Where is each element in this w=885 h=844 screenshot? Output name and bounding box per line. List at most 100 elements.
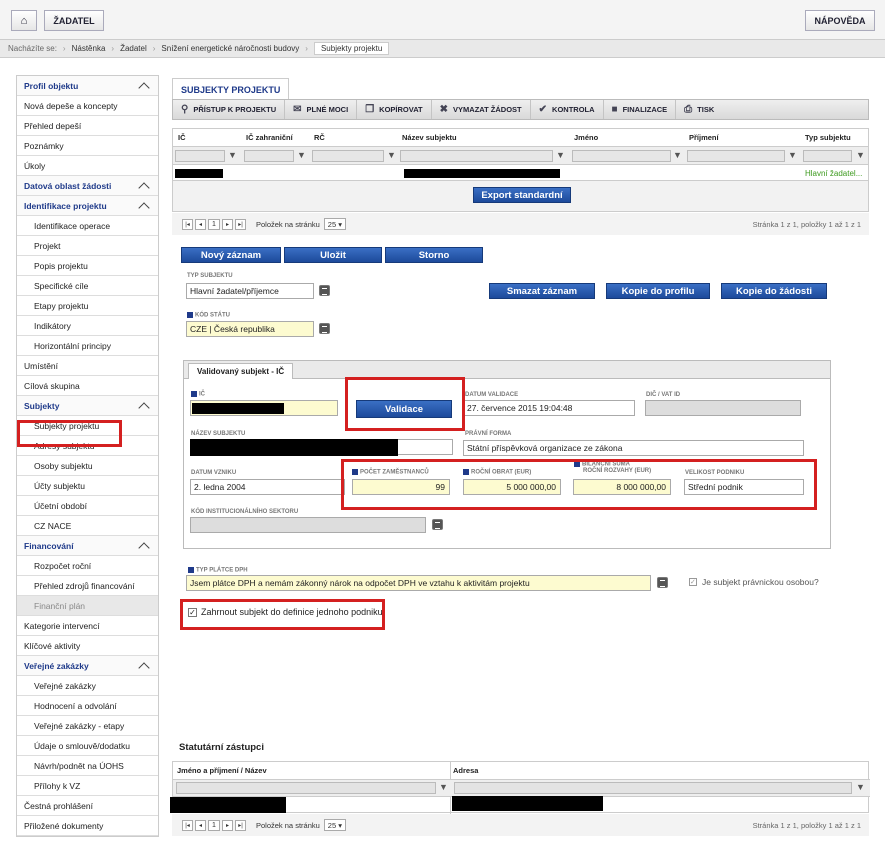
filter-ic[interactable] bbox=[175, 150, 225, 162]
per-page-select[interactable]: 25 ▾ bbox=[323, 819, 346, 831]
legal-entity-checkbox[interactable]: ✓ Je subjekt právnickou osobou? bbox=[689, 577, 819, 587]
finalize-button[interactable]: ■ FINALIZACE bbox=[604, 100, 677, 119]
filter-icon[interactable]: ▼ bbox=[856, 782, 865, 792]
sidebar-item[interactable]: Osoby subjektu bbox=[17, 456, 158, 476]
sidebar-item[interactable]: Klíčové aktivity bbox=[17, 636, 158, 656]
dic-field[interactable] bbox=[645, 400, 801, 416]
sidebar-item[interactable]: Veřejné zakázky - etapy bbox=[17, 716, 158, 736]
sidebar-item[interactable]: Přiložené dokumenty bbox=[17, 816, 158, 836]
country-code-field[interactable]: CZE | Česká republika bbox=[186, 321, 314, 337]
list-icon[interactable] bbox=[432, 519, 443, 530]
sidebar-item[interactable]: Úkoly bbox=[17, 156, 158, 176]
filter-icon[interactable]: ▼ bbox=[556, 150, 565, 160]
col-name[interactable]: Název subjektu bbox=[402, 133, 457, 142]
check-button[interactable]: ✔ KONTROLA bbox=[531, 100, 604, 119]
next-page-icon[interactable]: ▸ bbox=[222, 819, 233, 831]
copy-to-profile-button[interactable]: Kopie do profilu bbox=[606, 283, 710, 299]
sidebar-item[interactable]: Identifikace projektu bbox=[17, 196, 158, 216]
sidebar-item[interactable]: Specifické cíle bbox=[17, 276, 158, 296]
access-button[interactable]: ⚲ PŘÍSTUP K PROJEKTU bbox=[173, 100, 286, 119]
tab-subjekty-projektu[interactable]: SUBJEKTY PROJEKTU bbox=[172, 78, 290, 100]
chevron-up-icon[interactable] bbox=[138, 542, 150, 554]
sidebar-item[interactable]: Kategorie intervencí bbox=[17, 616, 158, 636]
sidebar-item[interactable]: Přehled zdrojů financování bbox=[17, 576, 158, 596]
sidebar-item[interactable]: Poznámky bbox=[17, 136, 158, 156]
sidebar-item[interactable]: Nová depeše a koncepty bbox=[17, 96, 158, 116]
last-page-icon[interactable]: ▸| bbox=[235, 819, 246, 831]
filter-icon[interactable]: ▼ bbox=[788, 150, 797, 160]
sidebar-item[interactable]: Datová oblast žádosti bbox=[17, 176, 158, 196]
last-page-icon[interactable]: ▸| bbox=[235, 218, 246, 230]
sidebar-item[interactable]: Popis projektu bbox=[17, 256, 158, 276]
prev-page-icon[interactable]: ◂ bbox=[195, 218, 206, 230]
filter-type[interactable] bbox=[803, 150, 852, 162]
first-page-icon[interactable]: |◂ bbox=[182, 819, 193, 831]
col-ic-foreign[interactable]: IČ zahraniční bbox=[246, 133, 293, 142]
print-button[interactable]: ⎙ TISK bbox=[676, 100, 722, 119]
sidebar-item[interactable]: Účty subjektu bbox=[17, 476, 158, 496]
sidebar-item[interactable]: Přehled depeší bbox=[17, 116, 158, 136]
prev-page-icon[interactable]: ◂ bbox=[195, 819, 206, 831]
sidebar-item[interactable]: Finanční plán bbox=[17, 596, 158, 616]
filter-icon[interactable]: ▼ bbox=[387, 150, 396, 160]
save-button[interactable]: Uložit bbox=[284, 247, 382, 263]
filter-surname[interactable] bbox=[687, 150, 785, 162]
delete-request-button[interactable]: ✖ VYMAZAT ŽÁDOST bbox=[432, 100, 531, 119]
new-record-button[interactable]: Nový záznam bbox=[181, 247, 281, 263]
sidebar-item[interactable]: Rozpočet roční bbox=[17, 556, 158, 576]
vat-payer-field[interactable]: Jsem plátce DPH a nemám zákonný nárok na… bbox=[186, 575, 651, 591]
page-number[interactable]: 1 bbox=[208, 218, 220, 230]
chevron-up-icon[interactable] bbox=[138, 402, 150, 414]
breadcrumb-item-nastenka[interactable]: Nástěnka bbox=[72, 44, 106, 53]
sidebar-item[interactable]: Identifikace operace bbox=[17, 216, 158, 236]
col-surname[interactable]: Příjmení bbox=[689, 133, 719, 142]
home-button[interactable]: ⌂ bbox=[11, 10, 37, 31]
filter-statutory-address[interactable] bbox=[454, 782, 852, 794]
filter-icon[interactable]: ▼ bbox=[856, 150, 865, 160]
sidebar-item[interactable]: CZ NACE bbox=[17, 516, 158, 536]
list-icon[interactable] bbox=[319, 323, 330, 334]
filter-icon[interactable]: ▼ bbox=[297, 150, 306, 160]
export-button[interactable]: Export standardní bbox=[473, 187, 571, 203]
list-icon[interactable] bbox=[657, 577, 668, 588]
sidebar-item[interactable]: Čestná prohlášení bbox=[17, 796, 158, 816]
filter-first-name[interactable] bbox=[572, 150, 671, 162]
per-page-select[interactable]: 25 ▾ bbox=[323, 218, 346, 230]
subject-type-field[interactable]: Hlavní žadatel/příjemce bbox=[186, 283, 314, 299]
sidebar-item[interactable]: Etapy projektu bbox=[17, 296, 158, 316]
sidebar-item[interactable]: Umístění bbox=[17, 356, 158, 376]
sidebar-item[interactable]: Indikátory bbox=[17, 316, 158, 336]
sidebar-item[interactable]: Návrh/podnět na ÚOHS bbox=[17, 756, 158, 776]
table-row[interactable]: Hlavní žadatel... bbox=[173, 165, 868, 181]
sidebar-item[interactable]: Údaje o smlouvě/dodatku bbox=[17, 736, 158, 756]
sidebar-item[interactable]: Přílohy k VZ bbox=[17, 776, 158, 796]
copy-button[interactable]: ❐ KOPÍROVAT bbox=[357, 100, 432, 119]
breadcrumb-item-project[interactable]: Snížení energetické náročnosti budovy bbox=[161, 44, 299, 53]
col-statutory-name[interactable]: Jméno a příjmení / Název bbox=[177, 766, 267, 775]
sidebar-item[interactable]: Veřejné zakázky bbox=[17, 676, 158, 696]
delete-record-button[interactable]: Smazat záznam bbox=[489, 283, 595, 299]
col-first-name[interactable]: Jméno bbox=[574, 133, 598, 142]
page-number[interactable]: 1 bbox=[208, 819, 220, 831]
breadcrumb-item-zadatel[interactable]: Žadatel bbox=[120, 44, 147, 53]
sidebar-item[interactable]: Veřejné zakázky bbox=[17, 656, 158, 676]
col-type[interactable]: Typ subjektu bbox=[805, 133, 851, 142]
next-page-icon[interactable]: ▸ bbox=[222, 218, 233, 230]
filter-icon[interactable]: ▼ bbox=[228, 150, 237, 160]
power-of-attorney-button[interactable]: ✉ PLNÉ MOCI bbox=[285, 100, 358, 119]
sidebar-item[interactable]: Financování bbox=[17, 536, 158, 556]
filter-statutory-name[interactable] bbox=[176, 782, 436, 794]
sidebar-item[interactable]: Projekt bbox=[17, 236, 158, 256]
list-icon[interactable] bbox=[319, 285, 330, 296]
col-ic[interactable]: IČ bbox=[178, 133, 186, 142]
filter-ic-foreign[interactable] bbox=[244, 150, 294, 162]
sidebar-item[interactable]: Subjekty bbox=[17, 396, 158, 416]
filter-icon[interactable]: ▼ bbox=[439, 782, 448, 792]
first-page-icon[interactable]: |◂ bbox=[182, 218, 193, 230]
sidebar-item[interactable]: Hodnocení a odvolání bbox=[17, 696, 158, 716]
sidebar-item[interactable]: Profil objektu bbox=[17, 76, 158, 96]
tab-validated-subject[interactable]: Validovaný subjekt - IČ bbox=[188, 363, 294, 379]
chevron-up-icon[interactable] bbox=[138, 202, 150, 214]
chevron-up-icon[interactable] bbox=[138, 82, 150, 94]
sidebar-item[interactable]: Cílová skupina bbox=[17, 376, 158, 396]
